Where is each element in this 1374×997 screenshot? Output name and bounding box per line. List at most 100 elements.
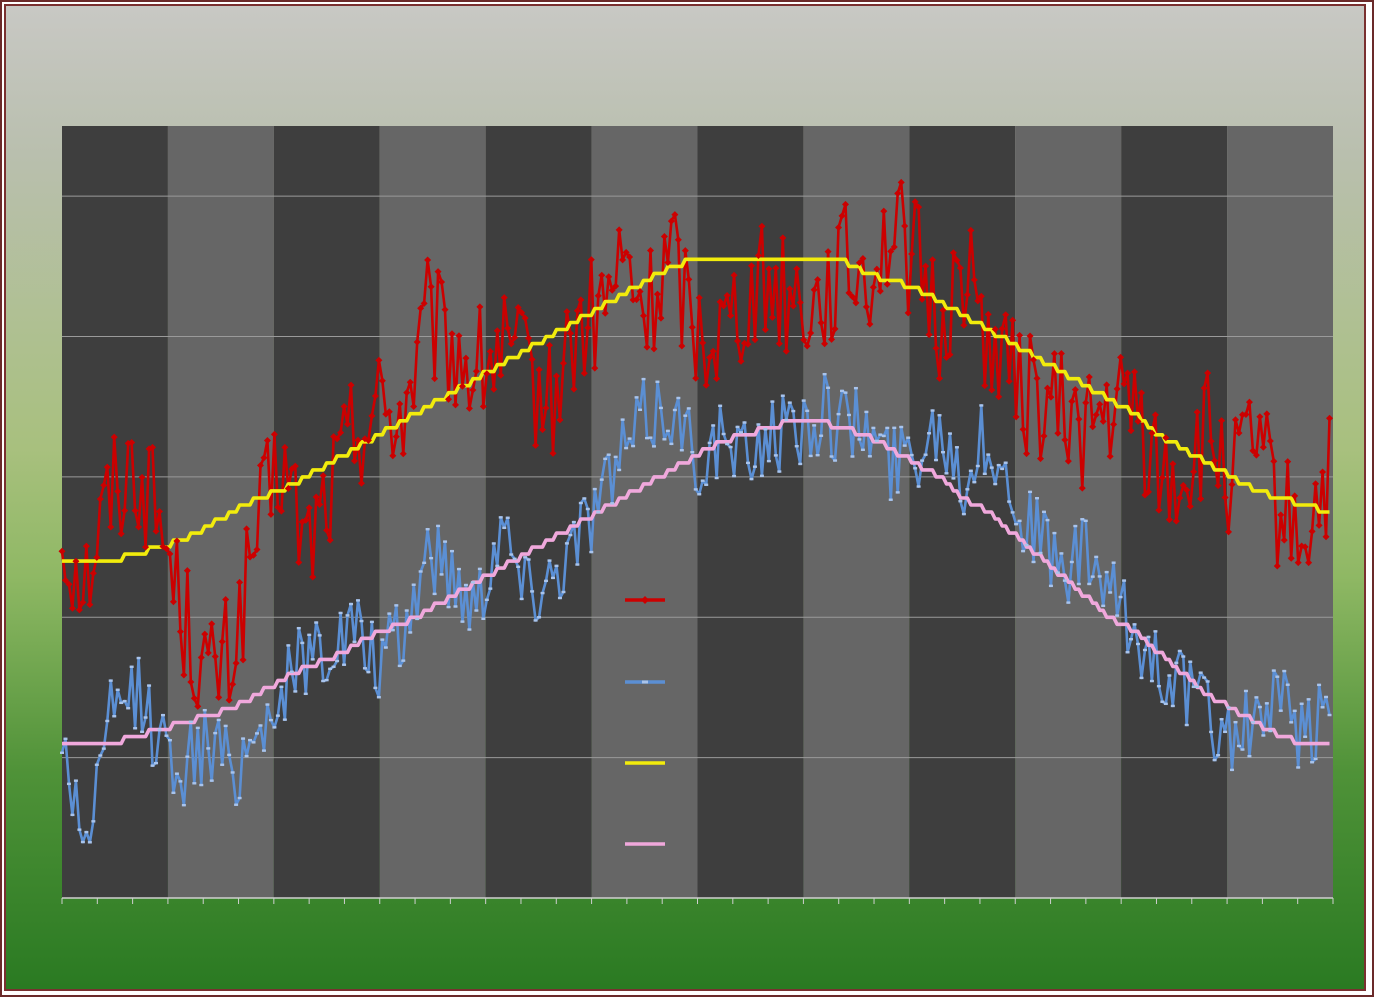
data-point-s2 — [1080, 518, 1085, 521]
data-point-s2 — [1268, 729, 1273, 733]
data-point-s2 — [216, 718, 221, 722]
data-point-s2 — [986, 453, 991, 456]
data-point-s2 — [533, 619, 538, 622]
data-point-s2 — [885, 426, 890, 430]
data-point-s2 — [902, 444, 907, 447]
data-point-s2 — [418, 570, 423, 573]
data-point-s2 — [871, 426, 876, 430]
month-band — [1121, 126, 1228, 898]
data-point-s2 — [833, 459, 838, 462]
data-point-s2 — [154, 761, 159, 765]
data-point-s2 — [745, 461, 750, 465]
data-point-s2 — [693, 488, 698, 491]
data-point-s2 — [1153, 630, 1158, 633]
data-point-s2 — [812, 424, 817, 427]
data-point-s2 — [248, 738, 253, 742]
data-point-s2 — [930, 409, 935, 412]
data-point-s2 — [940, 450, 945, 454]
data-point-s2 — [192, 782, 197, 785]
data-point-s2 — [624, 446, 629, 450]
data-point-s2 — [488, 587, 493, 590]
data-point-s2 — [481, 617, 486, 620]
data-point-s2 — [557, 596, 562, 600]
data-point-s2 — [523, 556, 528, 559]
data-point-s2 — [589, 550, 594, 554]
data-point-s2 — [401, 659, 406, 662]
data-point-s2 — [1230, 768, 1235, 772]
data-point-s2 — [672, 408, 677, 412]
month-band — [591, 126, 698, 898]
data-point-s2 — [676, 396, 681, 400]
data-point-s2 — [1073, 524, 1078, 528]
data-point-s2 — [509, 553, 514, 556]
data-point-s2 — [568, 533, 573, 537]
data-point-s2 — [582, 497, 587, 500]
data-point-s2 — [822, 372, 827, 376]
data-point-s2 — [359, 619, 364, 623]
data-point-s2 — [223, 724, 228, 728]
data-point-s2 — [895, 491, 900, 494]
month-band — [379, 126, 486, 898]
data-point-s2 — [1296, 766, 1301, 769]
data-point-s2 — [387, 612, 392, 615]
data-point-s2 — [1202, 676, 1207, 679]
data-point-s2 — [474, 609, 479, 612]
data-point-s2 — [561, 590, 566, 594]
data-point-s2 — [927, 432, 932, 435]
data-point-s2 — [432, 592, 437, 596]
data-point-s2 — [1038, 551, 1043, 555]
data-point-s2 — [80, 840, 85, 844]
data-point-s2 — [1066, 601, 1071, 604]
data-point-s2 — [94, 763, 99, 766]
month-band — [273, 126, 380, 898]
data-point-s2 — [537, 616, 542, 619]
data-point-s2 — [554, 564, 559, 568]
data-point-s2 — [1094, 555, 1099, 559]
data-point-s2 — [899, 425, 904, 429]
data-point-s2 — [975, 464, 980, 468]
month-band — [697, 126, 804, 898]
data-point-s2 — [1031, 560, 1036, 564]
data-point-s2 — [697, 493, 702, 496]
data-point-s2 — [380, 638, 385, 641]
data-point-s2 — [655, 380, 660, 383]
data-point-s2 — [972, 480, 977, 484]
data-point-s2 — [366, 670, 371, 674]
data-point-s2 — [683, 414, 688, 417]
data-point-s2 — [592, 487, 597, 491]
data-point-s2 — [888, 498, 893, 501]
data-point-s2 — [70, 813, 75, 817]
data-point-s2 — [1167, 674, 1172, 677]
data-point-s2 — [1111, 561, 1116, 564]
data-point-s2 — [1104, 570, 1109, 574]
data-point-s2 — [1021, 549, 1026, 553]
month-band — [485, 126, 592, 898]
data-point-s2 — [752, 465, 757, 468]
data-point-s2 — [376, 696, 381, 699]
data-point-s2 — [947, 432, 952, 435]
data-point-s2 — [251, 741, 256, 744]
data-point-s2 — [73, 779, 78, 782]
data-point-s2 — [439, 573, 444, 576]
data-point-s2 — [613, 455, 618, 459]
data-point-s2 — [171, 791, 176, 795]
data-point-s2 — [1264, 702, 1269, 705]
data-point-s2 — [1170, 704, 1175, 708]
data-point-s2 — [749, 477, 754, 481]
data-point-s2 — [1310, 761, 1315, 764]
data-point-s2 — [279, 685, 284, 689]
data-point-s2 — [338, 611, 343, 615]
data-point-s2 — [477, 567, 482, 571]
data-point-s2 — [1052, 531, 1057, 535]
data-point-s2 — [1278, 709, 1283, 712]
data-point-s2 — [1146, 635, 1151, 639]
data-point-s2 — [867, 455, 872, 458]
data-point-s2 — [1303, 735, 1308, 738]
data-point-s2 — [801, 399, 806, 402]
data-point-s2 — [979, 404, 984, 407]
data-point-s2 — [1129, 638, 1134, 641]
data-point-s2 — [721, 432, 726, 436]
data-point-s2 — [460, 620, 465, 623]
data-point-s2 — [321, 679, 326, 683]
data-point-s2 — [843, 391, 848, 394]
